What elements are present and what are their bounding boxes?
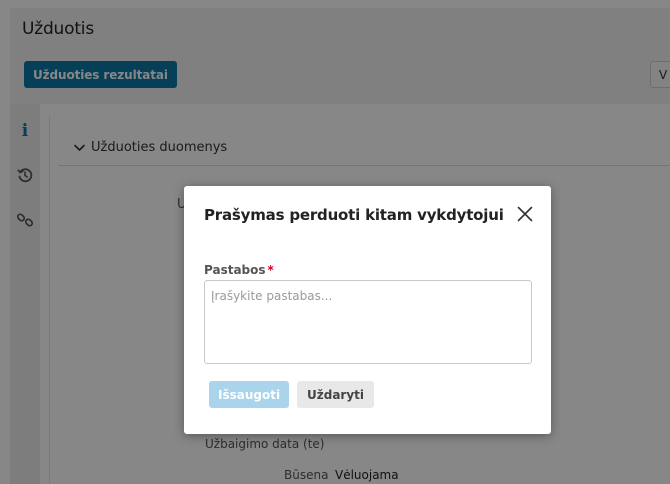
save-button[interactable]: Išsaugoti [209,381,290,408]
notes-label: Pastabos * [204,263,274,277]
close-icon[interactable] [514,203,536,225]
required-marker: * [267,263,274,277]
notes-textarea[interactable] [204,280,532,364]
close-button[interactable]: Uždaryti [297,381,375,408]
dialog-title: Prašymas perduoti kitam vykdytojui [204,206,504,224]
reassign-request-dialog: Prašymas perduoti kitam vykdytojui Pasta… [184,186,551,434]
notes-label-text: Pastabos [204,263,266,277]
